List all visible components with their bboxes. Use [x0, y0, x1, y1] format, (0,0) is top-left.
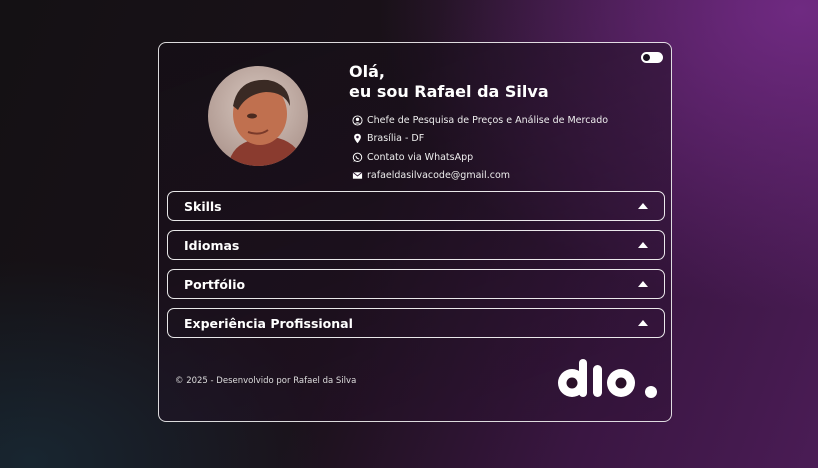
- info-email-text[interactable]: rafaeldasilvacode@gmail.com: [367, 170, 510, 181]
- toggle-knob: [643, 54, 650, 61]
- greeting-text: Olá,: [349, 62, 385, 81]
- info-job: Chefe de Pesquisa de Preços e Análise de…: [352, 111, 608, 130]
- theme-toggle[interactable]: [641, 52, 663, 63]
- intro-prefix: eu sou: [349, 82, 415, 101]
- envelope-icon: [352, 170, 363, 181]
- accordion-title: Idiomas: [184, 237, 240, 253]
- avatar-photo: [208, 66, 308, 166]
- caret-up-icon: [638, 281, 648, 287]
- dio-logo-mark: [558, 359, 657, 398]
- accordion-idiomas[interactable]: Idiomas: [167, 230, 665, 260]
- dio-logo: [555, 355, 659, 407]
- caret-up-icon: [638, 242, 648, 248]
- avatar: [208, 66, 308, 166]
- user-circle-icon: [352, 115, 363, 126]
- profile-card: Olá, eu sou Rafael da Silva Chefe de Pes…: [158, 42, 672, 422]
- accordion-portfolio[interactable]: Portfólio: [167, 269, 665, 299]
- intro-line: eu sou Rafael da Silva: [349, 82, 549, 102]
- location-pin-icon: [352, 133, 363, 144]
- whatsapp-icon: [352, 152, 363, 163]
- info-location: Brasília - DF: [352, 130, 608, 149]
- info-location-text: Brasília - DF: [367, 133, 425, 145]
- info-whatsapp[interactable]: Contato via WhatsApp: [352, 148, 608, 167]
- info-email[interactable]: rafaeldasilvacode@gmail.com: [352, 167, 608, 186]
- info-job-text: Chefe de Pesquisa de Preços e Análise de…: [367, 114, 609, 126]
- footer-copyright: © 2025 - Desenvolvido por Rafael da Silv…: [175, 376, 357, 386]
- caret-up-icon: [638, 320, 648, 326]
- accordion-title: Skills: [184, 198, 222, 214]
- greeting-heading: Olá, eu sou Rafael da Silva: [349, 62, 549, 102]
- accordion-experiencia[interactable]: Experiência Profissional: [167, 308, 665, 338]
- caret-up-icon: [638, 203, 648, 209]
- profile-name: Rafael da Silva: [414, 82, 549, 101]
- accordion-skills[interactable]: Skills: [167, 191, 665, 221]
- info-whatsapp-text[interactable]: Contato via WhatsApp: [367, 152, 473, 163]
- accordion-title: Portfólio: [184, 276, 246, 292]
- accordion-title: Experiência Profissional: [184, 315, 353, 331]
- info-list: Chefe de Pesquisa de Preços e Análise de…: [352, 111, 608, 185]
